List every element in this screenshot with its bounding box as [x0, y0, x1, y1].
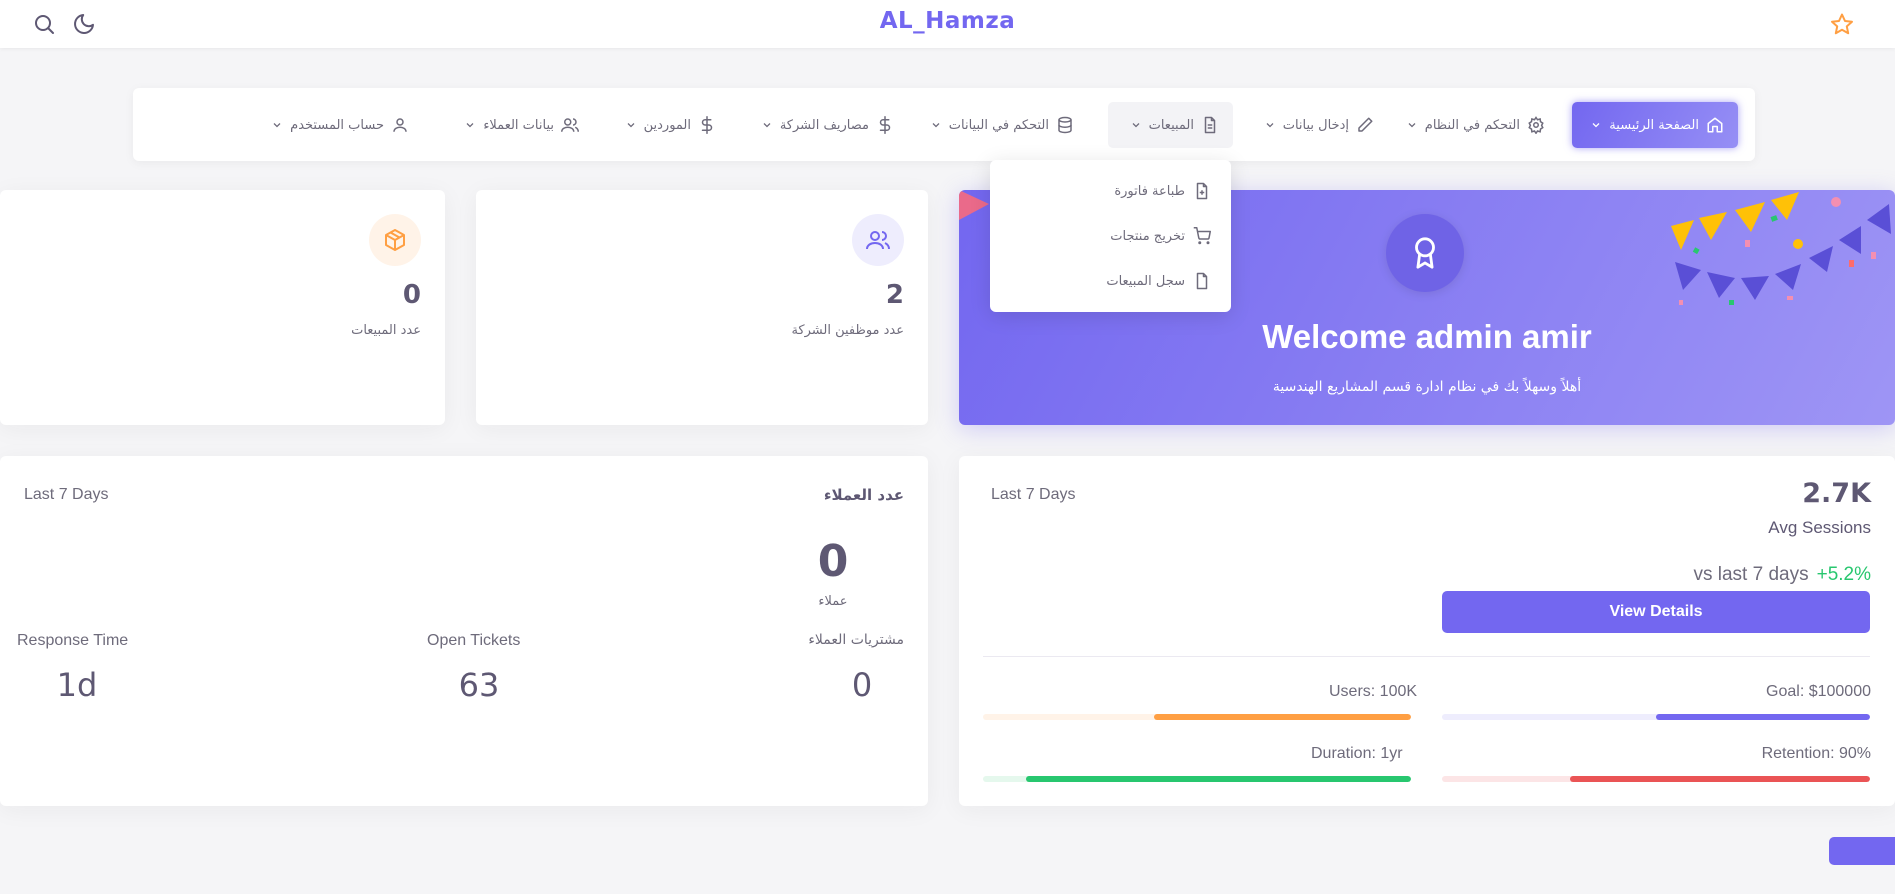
dropdown-item-sales-log[interactable]: سجل المبيعات: [1106, 269, 1211, 293]
dropdown-item-label: طباعة فاتورة: [1114, 183, 1185, 199]
stat-icon-wrap: [852, 214, 904, 266]
period-label: Last 7 Days: [24, 486, 109, 503]
chevron-down-icon: [932, 123, 940, 128]
metric-label: Response Time: [17, 632, 129, 649]
chevron-down-icon: [1266, 123, 1274, 128]
nav-item-suppliers[interactable]: الموردين: [610, 102, 730, 148]
retention-progress-bar: [1442, 776, 1870, 782]
user-icon: [393, 118, 407, 132]
award-badge: [1386, 214, 1464, 292]
cart-icon: [1193, 227, 1211, 245]
users-icon: [561, 118, 579, 132]
chevron-down-icon: [273, 123, 281, 128]
duration-progress-bar: [983, 776, 1411, 782]
nav-item-expenses[interactable]: مصاريف الشركة: [748, 102, 908, 148]
database-icon: [1058, 116, 1072, 134]
progress-label: Duration: 1yr: [1311, 745, 1403, 762]
nav-item-label: التحكم في النظام: [1424, 117, 1520, 133]
box-icon: [385, 229, 405, 251]
metric-value: 63: [458, 666, 500, 704]
nav-item-sales[interactable]: المبيعات: [1108, 102, 1233, 148]
nav-item-data-entry[interactable]: إدخال بيانات: [1248, 102, 1388, 148]
nav-item-label: التحكم في البيانات: [948, 117, 1049, 133]
chevron-down-icon: [1132, 123, 1140, 128]
star-icon[interactable]: [1830, 12, 1854, 36]
nav-item-user-account[interactable]: حساب المستخدم: [273, 102, 423, 148]
chevron-down-icon: [1592, 123, 1600, 128]
welcome-subtitle: أهلاً وسهلاً بك في نظام ادارة قسم المشار…: [1272, 379, 1582, 395]
nav-item-system[interactable]: التحكم في النظام: [1399, 102, 1559, 148]
comparison-value: +5.2%: [1816, 564, 1871, 585]
brand-title[interactable]: AL_Hamza: [0, 8, 1895, 34]
period-label: Last 7 Days: [991, 486, 1076, 503]
customers-count: 0: [817, 536, 849, 587]
dropdown-item-label: سجل المبيعات: [1106, 273, 1185, 289]
dropdown-item-export-products[interactable]: تخريج منتجات: [1110, 224, 1211, 248]
progress-label: Retention: 90%: [1761, 745, 1871, 762]
award-icon: [1415, 237, 1435, 269]
welcome-title: Welcome admin amir: [1262, 318, 1592, 355]
stat-label: عدد موظفين الشركة: [791, 323, 904, 338]
stat-value: 0: [402, 280, 421, 310]
divider: [983, 656, 1870, 657]
nav-item-label: حساب المستخدم: [290, 117, 384, 133]
dropdown-item-label: تخريج منتجات: [1110, 228, 1185, 244]
file-plus-icon: [1196, 182, 1208, 200]
progress-label: Users: 100K: [1329, 683, 1418, 700]
sessions-card: Last 7 Days 2.7K Avg Sessions +5.2% vs l…: [959, 456, 1895, 806]
dropdown-item-print-invoice[interactable]: طباعة فاتورة: [1114, 179, 1211, 203]
nav-item-label: الصفحة الرئيسية: [1609, 117, 1699, 133]
file-icon: [1196, 272, 1208, 290]
nav-item-label: الموردين: [643, 117, 691, 133]
employees-stat-card: 2 عدد موظفين الشركة: [476, 190, 928, 425]
sessions-value: 2.7K: [1802, 478, 1871, 509]
metric-label: Open Tickets: [427, 632, 521, 649]
sales-dropdown-menu: طباعة فاتورة تخريج منتجات سجل المبيعات: [990, 160, 1231, 312]
sales-stat-card: 0 عدد المبيعات: [0, 190, 445, 425]
stat-icon-wrap: [369, 214, 421, 266]
stat-value: 2: [885, 280, 904, 310]
dollar-icon: [879, 116, 891, 134]
nav-item-home[interactable]: الصفحة الرئيسية: [1572, 102, 1738, 148]
sessions-label: Avg Sessions: [1768, 518, 1871, 537]
duration-progress-fill: [1025, 776, 1411, 782]
nav-item-label: مصاريف الشركة: [779, 117, 869, 133]
home-icon: [1707, 117, 1723, 133]
chevron-down-icon: [627, 123, 635, 128]
top-navbar: AL_Hamza: [0, 0, 1895, 48]
metric-value: 0: [851, 666, 873, 704]
nav-item-customers[interactable]: بيانات العملاء: [448, 102, 593, 148]
retention-progress-fill: [1570, 776, 1870, 782]
goal-progress-fill: [1656, 714, 1870, 720]
pencil-icon: [1358, 117, 1373, 132]
nav-item-label: إدخال بيانات: [1282, 117, 1349, 133]
view-details-button[interactable]: View Details: [1442, 591, 1870, 633]
progress-label: Goal: $100000: [1766, 683, 1871, 700]
nav-item-label: المبيعات: [1148, 117, 1194, 133]
nav-item-label: بيانات العملاء: [483, 117, 554, 133]
users-icon: [866, 231, 890, 250]
comparison-text: vs last 7 days: [1693, 564, 1809, 585]
main-menu: الصفحة الرئيسية التحكم في النظام إدخال ب…: [133, 88, 1755, 161]
users-progress-fill: [1154, 714, 1411, 720]
floating-action-button[interactable]: [1829, 837, 1895, 865]
stat-label: عدد المبيعات: [351, 323, 421, 338]
customers-title: عدد العملاء: [823, 486, 904, 504]
users-progress-bar: [983, 714, 1411, 720]
metric-value: 1d: [56, 666, 98, 704]
comparison-row: +5.2% vs last 7 days: [1693, 564, 1871, 586]
customers-card: Last 7 Days عدد العملاء 0 عملاء مشتريات …: [0, 456, 928, 806]
file-text-icon: [1204, 116, 1216, 134]
dollar-icon: [701, 116, 713, 134]
chevron-down-icon: [466, 123, 474, 128]
chevron-down-icon: [763, 123, 771, 128]
nav-item-data-control[interactable]: التحكم في البيانات: [928, 102, 1088, 148]
settings-icon: [1528, 116, 1544, 134]
goal-progress-bar: [1442, 714, 1870, 720]
chevron-down-icon: [1408, 123, 1416, 128]
metric-label: مشتريات العملاء: [808, 632, 904, 648]
customers-count-label: عملاء: [818, 594, 848, 609]
